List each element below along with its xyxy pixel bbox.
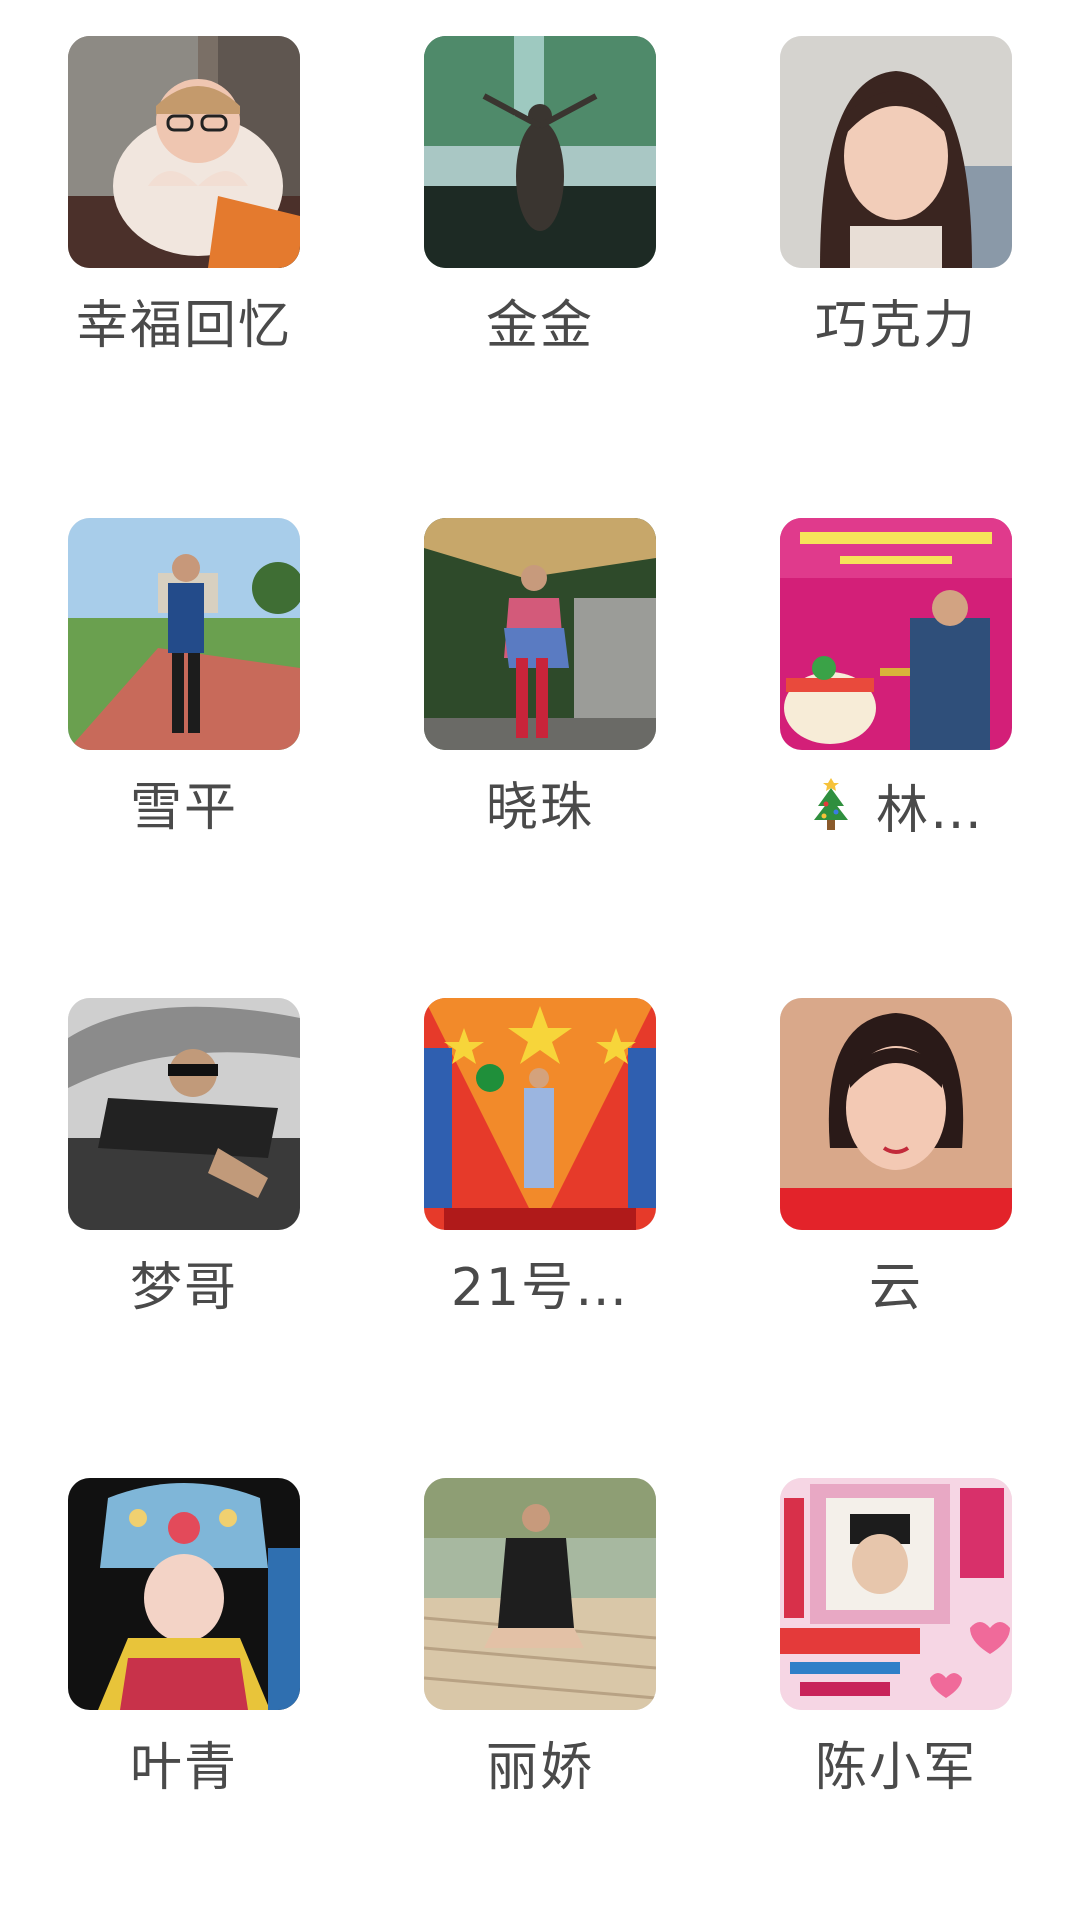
contact-grid: 幸福回忆 金金 巧克力 雪平 晓珠 林… 梦哥 21号… 云 叶青 丽娇 陈小军 bbox=[0, 0, 1080, 1920]
avatar bbox=[68, 1478, 300, 1710]
contact-tile[interactable]: 林… bbox=[780, 518, 1012, 841]
avatar bbox=[780, 1478, 1012, 1710]
avatar bbox=[68, 998, 300, 1230]
contact-tile[interactable]: 云 bbox=[780, 998, 1012, 1318]
contact-name: 巧克力 bbox=[814, 296, 977, 356]
contact-tile[interactable]: 梦哥 bbox=[68, 998, 300, 1318]
avatar bbox=[780, 998, 1012, 1230]
contact-name: 幸福回忆 bbox=[75, 296, 292, 356]
contact-name: 梦哥 bbox=[129, 1258, 238, 1318]
contact-name: 金金 bbox=[485, 296, 594, 356]
contact-name: 林… bbox=[750, 776, 1042, 841]
contact-tile[interactable]: 叶青 bbox=[68, 1478, 300, 1798]
contact-name-text: 林… bbox=[875, 781, 984, 841]
avatar bbox=[424, 36, 656, 268]
contact-name: 晓珠 bbox=[485, 778, 594, 838]
contact-tile[interactable]: 晓珠 bbox=[424, 518, 656, 838]
contact-name: 21号… bbox=[450, 1258, 630, 1318]
avatar bbox=[780, 36, 1012, 268]
contact-name: 云 bbox=[868, 1258, 923, 1318]
avatar bbox=[424, 998, 656, 1230]
contact-name: 丽娇 bbox=[485, 1738, 594, 1798]
contact-tile[interactable]: 21号… bbox=[424, 998, 656, 1318]
avatar bbox=[424, 518, 656, 750]
christmas-tree-icon bbox=[813, 778, 848, 830]
contact-tile[interactable]: 幸福回忆 bbox=[68, 36, 300, 356]
contact-name: 叶青 bbox=[129, 1738, 238, 1798]
contact-name: 雪平 bbox=[129, 778, 238, 838]
avatar bbox=[424, 1478, 656, 1710]
avatar bbox=[68, 36, 300, 268]
contact-tile[interactable]: 陈小军 bbox=[780, 1478, 1012, 1798]
contact-tile[interactable]: 丽娇 bbox=[424, 1478, 656, 1798]
contact-tile[interactable]: 雪平 bbox=[68, 518, 300, 838]
contact-name: 陈小军 bbox=[814, 1738, 977, 1798]
contact-tile[interactable]: 巧克力 bbox=[780, 36, 1012, 356]
avatar bbox=[68, 518, 300, 750]
avatar bbox=[780, 518, 1012, 750]
contact-tile[interactable]: 金金 bbox=[424, 36, 656, 356]
